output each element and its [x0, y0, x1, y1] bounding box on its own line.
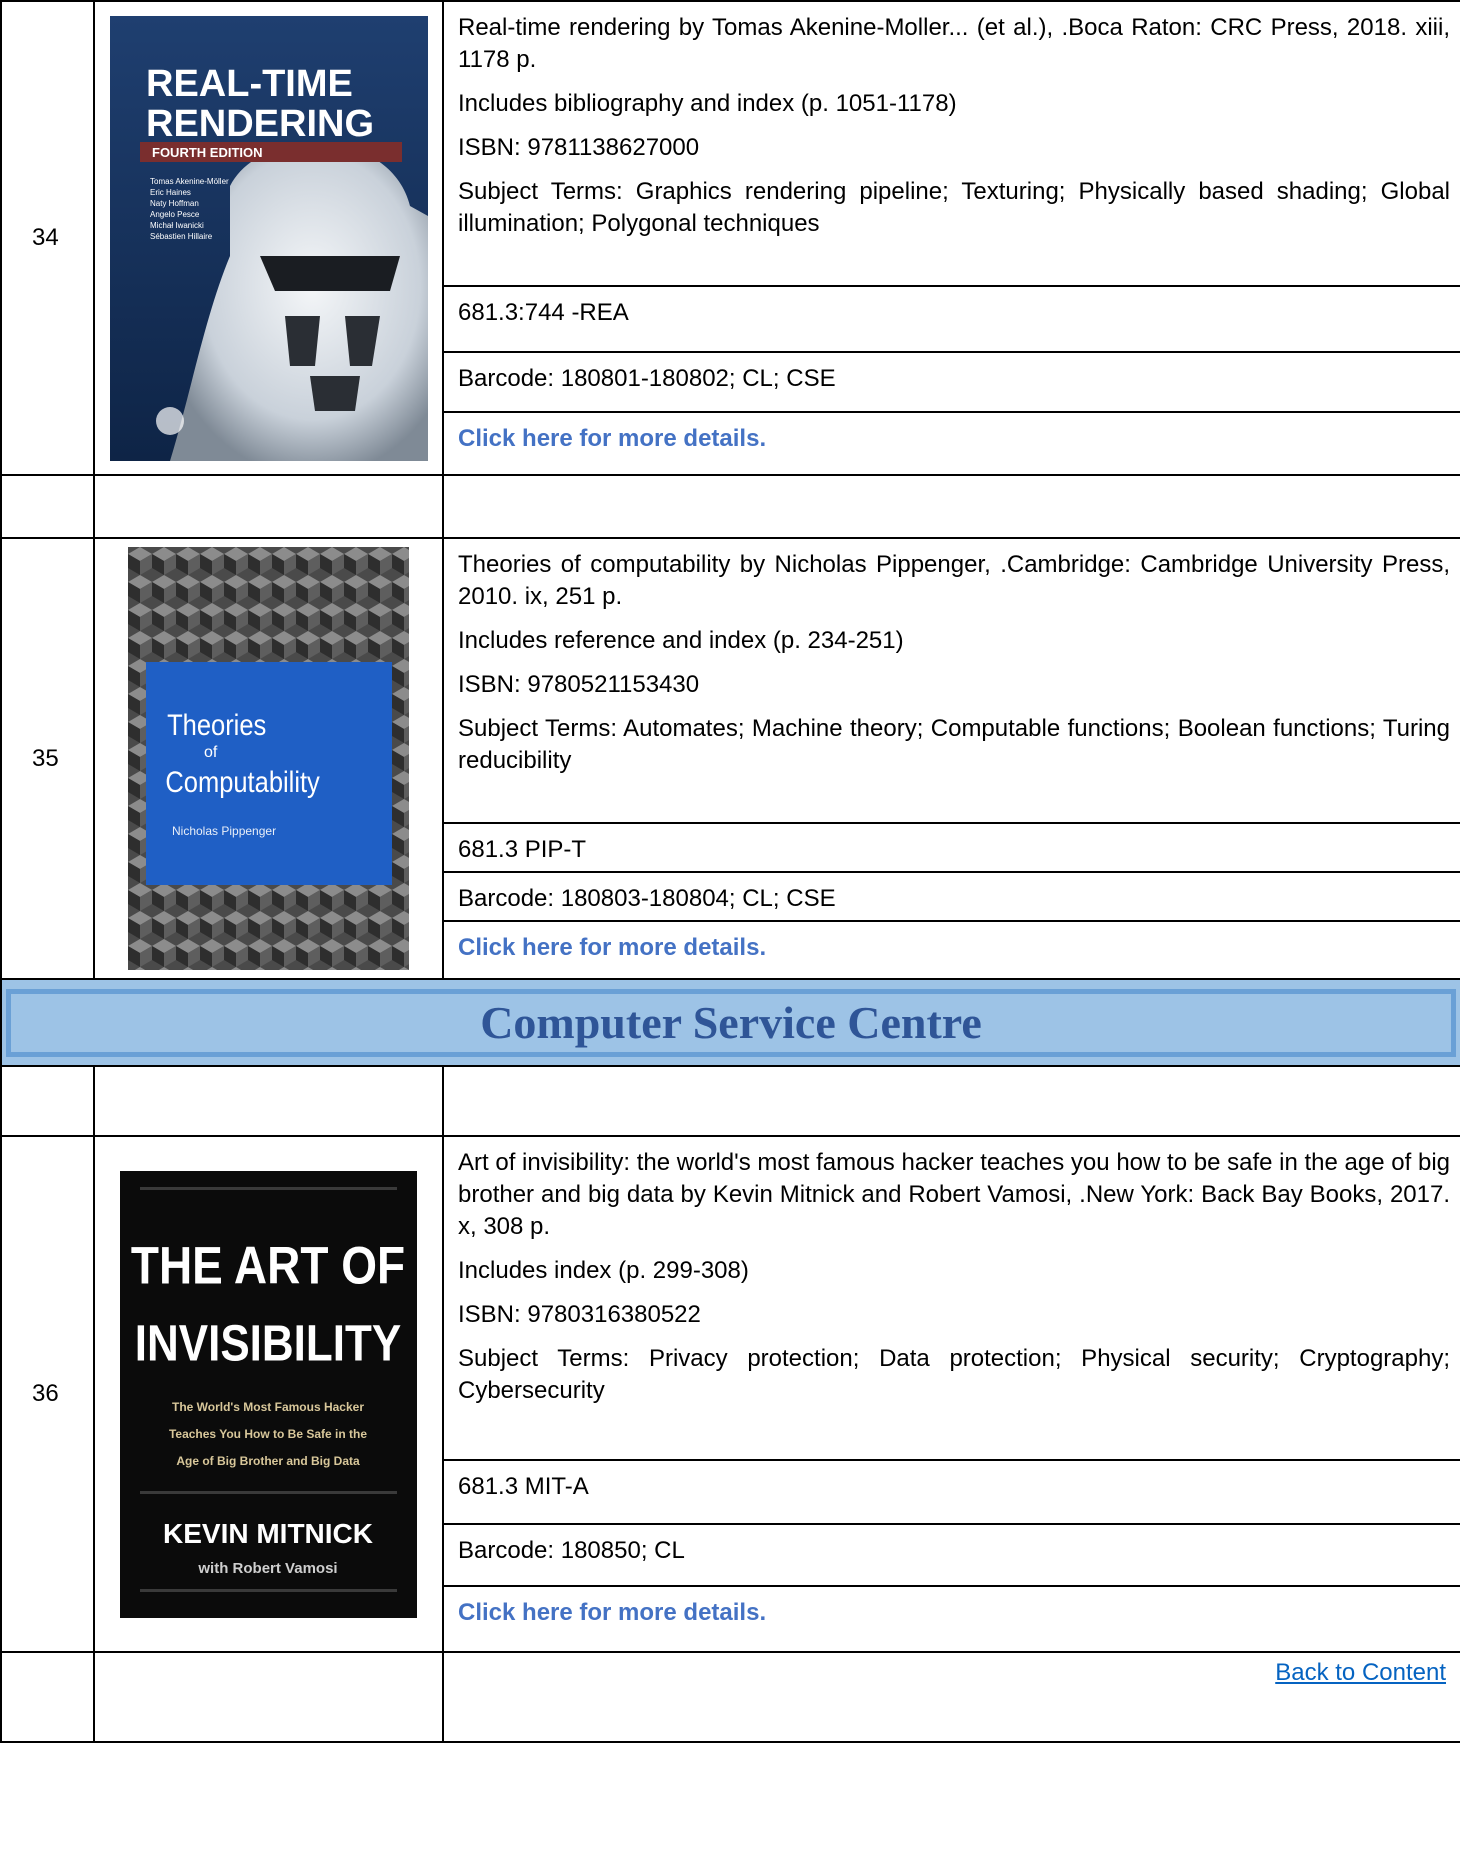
section-title: Computer Service Centre: [480, 997, 982, 1048]
cover-author: Nicholas Pippenger: [172, 824, 276, 838]
table-row: 34 REAL-TIME RENDERING FOURTH EDITION To…: [0, 0, 1460, 476]
cover-coauthor: with Robert Vamosi: [197, 1560, 337, 1577]
more-details-link[interactable]: Click here for more details.: [458, 1599, 766, 1626]
spacer-cell: [93, 474, 444, 539]
entry-number: 34: [0, 0, 95, 476]
cover-author: KEVIN MITNICK: [163, 1518, 373, 1549]
book-cover-cell: Theories of Computability Nicholas Pippe…: [93, 537, 444, 980]
catalog-table: 34 REAL-TIME RENDERING FOURTH EDITION To…: [0, 0, 1460, 1743]
entry-barcode: Barcode: 180801-180802; CL; CSE: [444, 351, 1460, 411]
table-row: 35 Theories of Computability Nicholas Pi…: [0, 537, 1460, 980]
cover-tagline: The World's Most Famous Hacker: [172, 1400, 364, 1414]
entry-number: 35: [0, 537, 95, 980]
spacer-row: [0, 474, 1460, 539]
entry-notes: Includes reference and index (p. 234-251…: [458, 627, 904, 654]
entry-isbn: ISBN: 9780316380522: [458, 1301, 701, 1328]
cover-title-line2: RENDERING: [146, 103, 374, 145]
cover-edition: FOURTH EDITION: [152, 145, 263, 160]
cover-author: Tomas Akenine-Möller: [150, 177, 229, 186]
entry-call-number: 681.3 MIT-A: [444, 1459, 1460, 1523]
back-to-content-link[interactable]: Back to Content: [1275, 1659, 1446, 1686]
entry-details: Theories of computability by Nicholas Pi…: [442, 537, 1460, 980]
entry-details: Real-time rendering by Tomas Akenine-Mol…: [442, 0, 1460, 476]
book-cover-image: THE ART OF INVISIBILITY The World's Most…: [120, 1170, 417, 1618]
spacer-row: [0, 1065, 1460, 1137]
entry-description: Real-time rendering by Tomas Akenine-Mol…: [444, 2, 1460, 285]
entry-citation: Theories of computability by Nicholas Pi…: [458, 551, 1450, 610]
spacer-cell: [442, 474, 1460, 539]
cover-author: Sébastien Hillaire: [150, 232, 213, 241]
back-link-cell: Back to Content: [442, 1651, 1460, 1743]
section-header-banner: Computer Service Centre: [6, 988, 1456, 1057]
entry-subjects: Subject Terms: Privacy protection; Data …: [458, 1345, 1450, 1404]
book-cover-image: Theories of Computability Nicholas Pippe…: [128, 547, 409, 970]
entry-citation: Art of invisibility: the world's most fa…: [458, 1149, 1450, 1240]
footer-row: Back to Content: [0, 1651, 1460, 1743]
cover-author: Michał Iwanicki: [150, 221, 204, 230]
entry-details-cell: Click here for more details.: [444, 920, 1460, 978]
entry-details-cell: Click here for more details.: [444, 1585, 1460, 1651]
cover-title-line1: REAL-TIME: [146, 63, 353, 105]
spacer-cell: [93, 1651, 444, 1743]
entry-call-number: 681.3 PIP-T: [444, 822, 1460, 871]
more-details-link[interactable]: Click here for more details.: [458, 425, 766, 452]
entry-call-number: 681.3:744 -REA: [444, 285, 1460, 351]
entry-subjects: Subject Terms: Automates; Machine theory…: [458, 715, 1450, 774]
section-header-row: Computer Service Centre: [0, 978, 1460, 1067]
section-header-cell: Computer Service Centre: [0, 978, 1460, 1067]
spacer-cell: [0, 1651, 95, 1743]
cover-tagline: Age of Big Brother and Big Data: [176, 1454, 360, 1468]
entry-citation: Real-time rendering by Tomas Akenine-Mol…: [458, 14, 1450, 73]
spacer-cell: [0, 1065, 95, 1137]
cover-author: Angelo Pesce: [150, 210, 200, 219]
entry-details: Art of invisibility: the world's most fa…: [442, 1135, 1460, 1653]
table-row: 36 THE ART OF INVISIBILITY The World's M…: [0, 1135, 1460, 1653]
entry-isbn: ISBN: 9781138627000: [458, 134, 700, 161]
entry-notes: Includes index (p. 299-308): [458, 1257, 749, 1284]
book-cover-image: REAL-TIME RENDERING FOURTH EDITION Tomas…: [109, 15, 428, 461]
cover-tagline: Teaches You How to Be Safe in the: [169, 1427, 367, 1441]
more-details-link[interactable]: Click here for more details.: [458, 934, 766, 961]
entry-description: Theories of computability by Nicholas Pi…: [444, 539, 1460, 822]
cover-title-line1: THE ART OF: [131, 1235, 405, 1295]
entry-number: 36: [0, 1135, 95, 1653]
book-cover-cell: THE ART OF INVISIBILITY The World's Most…: [93, 1135, 444, 1653]
cover-title-line2: of: [204, 744, 218, 761]
entry-details-cell: Click here for more details.: [444, 411, 1460, 474]
cover-title-line1: Theories: [167, 708, 266, 741]
entry-isbn: ISBN: 9780521153430: [458, 671, 700, 698]
spacer-cell: [0, 474, 95, 539]
spacer-cell: [442, 1065, 1460, 1137]
entry-barcode: Barcode: 180850; CL: [444, 1523, 1460, 1585]
cover-author: Naty Hoffman: [150, 199, 199, 208]
entry-notes: Includes bibliography and index (p. 1051…: [458, 90, 957, 117]
entry-subjects: Subject Terms: Graphics rendering pipeli…: [458, 178, 1450, 237]
catalog-page: 34 REAL-TIME RENDERING FOURTH EDITION To…: [0, 0, 1460, 1865]
cover-title-line3: Computability: [165, 765, 319, 798]
cover-author: Eric Haines: [150, 188, 191, 197]
cover-title-line2: INVISIBILITY: [135, 1315, 401, 1372]
spacer-cell: [93, 1065, 444, 1137]
entry-barcode: Barcode: 180803-180804; CL; CSE: [444, 871, 1460, 920]
entry-description: Art of invisibility: the world's most fa…: [444, 1137, 1460, 1459]
book-cover-cell: REAL-TIME RENDERING FOURTH EDITION Tomas…: [93, 0, 444, 476]
